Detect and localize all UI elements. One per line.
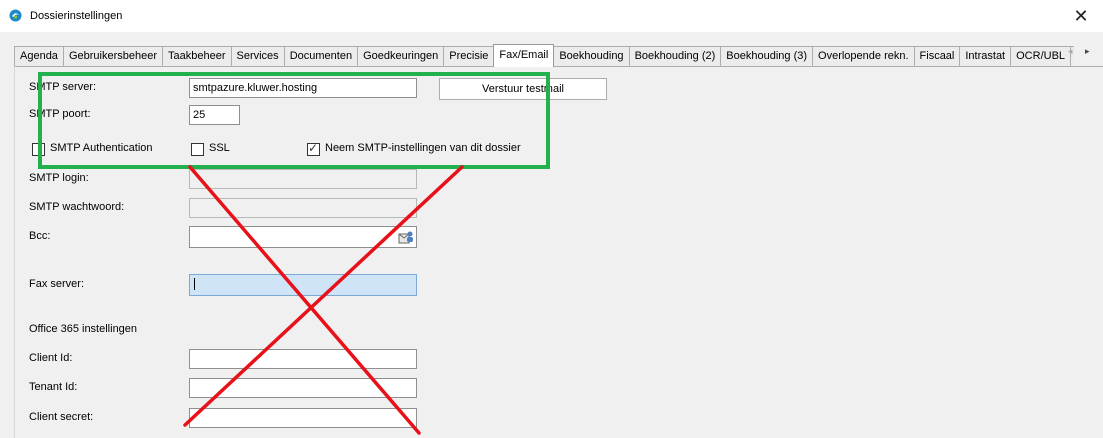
tab-gebruikersbeheer[interactable]: Gebruikersbeheer — [62, 46, 163, 67]
client-secret-label: Client secret: — [29, 411, 94, 423]
smtp-authentication-label: SMTP Authentication — [50, 142, 153, 154]
send-testmail-button[interactable]: Verstuur testmail — [439, 78, 607, 100]
tab-goedkeuringen[interactable]: Goedkeuringen — [357, 46, 445, 67]
fax-email-panel: SMTP server: Verstuur testmail SMTP poor… — [14, 66, 1103, 438]
smtp-password-input[interactable] — [189, 198, 417, 218]
tab-strip: Agenda Gebruikersbeheer Taakbeheer Services… — [14, 44, 1074, 67]
smtp-authentication-checkbox[interactable] — [32, 143, 45, 156]
app-logo-icon — [9, 9, 22, 22]
tab-documenten[interactable]: Documenten — [283, 46, 359, 67]
use-dossier-smtp-checkbox[interactable]: ✓ — [307, 141, 320, 156]
address-book-icon[interactable] — [397, 229, 415, 245]
bcc-label: Bcc: — [29, 230, 51, 242]
tab-taakbeheer[interactable]: Taakbeheer — [162, 46, 232, 67]
office365-section-heading: Office 365 instellingen — [29, 323, 138, 335]
ssl-label: SSL — [209, 142, 230, 154]
tab-intrastat[interactable]: Intrastat — [959, 46, 1012, 67]
client-id-input[interactable] — [189, 349, 417, 369]
fax-server-input[interactable] — [189, 274, 417, 296]
client-secret-input[interactable] — [189, 408, 417, 428]
tab-boekhouding-3[interactable]: Boekhouding (3) — [720, 46, 814, 67]
checkmark-icon: ✓ — [308, 141, 319, 155]
use-dossier-smtp-label: Neem SMTP-instellingen van dit dossier — [325, 142, 521, 154]
smtp-port-label: SMTP poort: — [29, 108, 91, 120]
window-title: Dossierinstellingen — [30, 10, 123, 22]
title-bar: Dossierinstellingen ✕ — [0, 0, 1103, 32]
fax-server-label: Fax server: — [29, 278, 85, 290]
close-button[interactable]: ✕ — [1064, 3, 1098, 29]
smtp-login-input[interactable] — [189, 169, 417, 189]
smtp-server-label: SMTP server: — [29, 81, 97, 93]
tenant-id-input[interactable] — [189, 378, 417, 398]
smtp-password-label: SMTP wachtwoord: — [29, 201, 125, 213]
tab-agenda[interactable]: Agenda — [14, 46, 64, 67]
ssl-checkbox[interactable] — [191, 143, 204, 156]
tab-overlopende-rekn[interactable]: Overlopende rekn. — [812, 46, 915, 67]
tab-precisie[interactable]: Precisie — [443, 46, 495, 67]
tab-boekhouding-2[interactable]: Boekhouding (2) — [628, 46, 722, 67]
bcc-input[interactable] — [189, 226, 417, 248]
smtp-login-label: SMTP login: — [29, 172, 89, 184]
dialog-client-area: Agenda Gebruikersbeheer Taakbeheer Services… — [0, 32, 1103, 438]
tab-ocr-ubl[interactable]: OCR/UBL — [1010, 46, 1072, 67]
smtp-port-input[interactable] — [189, 105, 240, 125]
tab-boekhouding[interactable]: Boekhouding — [553, 46, 630, 67]
tab-fax-email[interactable]: Fax/Email — [493, 44, 555, 67]
tab-scroll-right-icon[interactable]: ▸ — [1085, 46, 1090, 57]
client-id-label: Client Id: — [29, 352, 73, 364]
tab-services[interactable]: Services — [230, 46, 285, 67]
close-icon: ✕ — [1073, 6, 1089, 26]
text-cursor — [194, 278, 195, 290]
smtp-server-input[interactable] — [189, 78, 417, 98]
tab-fiscaal[interactable]: Fiscaal — [913, 46, 961, 67]
tab-scroll-left-icon[interactable]: ◂ — [1068, 46, 1073, 57]
tenant-id-label: Tenant Id: — [29, 381, 78, 393]
